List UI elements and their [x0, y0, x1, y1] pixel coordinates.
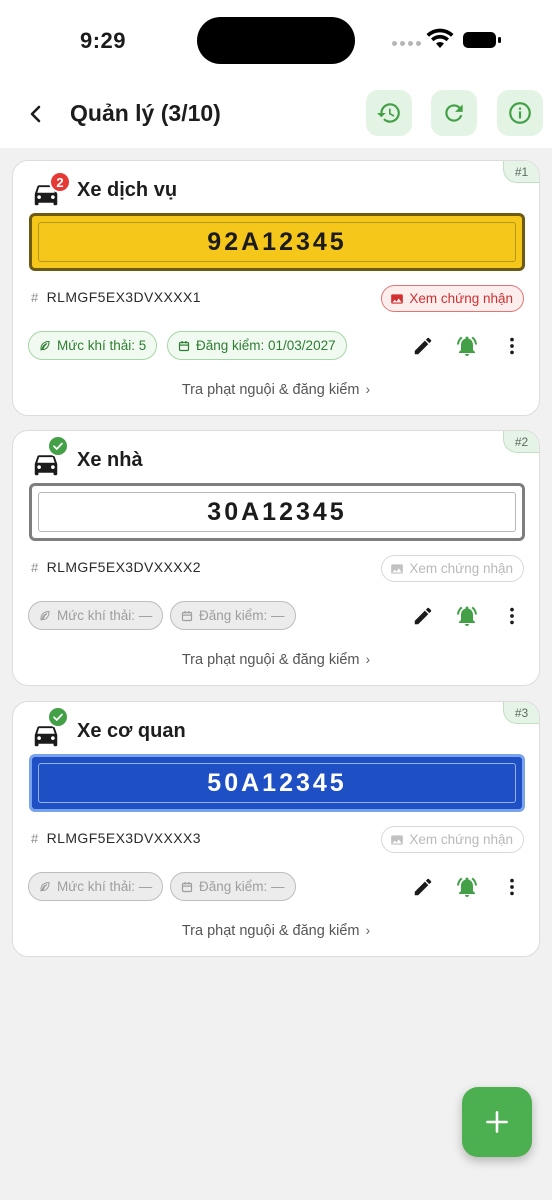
license-plate: 50A12345: [29, 754, 525, 812]
lookup-label: Tra phạt nguội & đăng kiểm: [181, 652, 360, 668]
vin-number: RLMGF5EX3DVXXXX3: [46, 830, 201, 846]
view-certificate-button[interactable]: Xem chứng nhận: [381, 555, 524, 582]
view-certificate-button[interactable]: Xem chứng nhận: [381, 285, 524, 312]
plate-number: 50A12345: [207, 768, 347, 797]
vehicle-index: #1: [503, 161, 539, 183]
plate-number: 30A12345: [207, 497, 347, 526]
inspection-label: Đăng kiểm: 01/03/2027: [196, 338, 336, 353]
hash-icon: #: [31, 559, 39, 575]
notification-count-badge: 2: [49, 171, 71, 193]
emission-label: Mức khí thải: —: [57, 608, 153, 623]
more-vert-icon: [510, 607, 514, 625]
emission-label: Mức khí thải: 5: [57, 338, 147, 353]
add-vehicle-button[interactable]: [462, 1087, 532, 1157]
view-certificate-button[interactable]: Xem chứng nhận: [381, 826, 524, 853]
more-vert-icon: [510, 337, 514, 355]
notification-button[interactable]: [452, 872, 482, 902]
battery-icon: [463, 32, 501, 48]
leaf-icon: [40, 610, 50, 621]
bell-ringing-icon: [457, 877, 477, 897]
vehicle-card[interactable]: #2 Xe nhà 30A12345 # RLMGF5EX3DVXXXX2 Xe…: [12, 430, 540, 686]
more-options-button[interactable]: [497, 601, 527, 631]
pencil-icon: [414, 607, 432, 625]
inspection-label: Đăng kiểm: —: [199, 879, 285, 894]
emission-chip[interactable]: Mức khí thải: —: [28, 872, 164, 901]
vehicle-card[interactable]: #1 2 Xe dịch vụ 92A12345 # RLMGF5EX3DVXX…: [12, 160, 540, 416]
certificate-label: Xem chứng nhận: [409, 291, 513, 306]
vehicle-name: Xe nhà: [77, 449, 143, 471]
notification-button[interactable]: [452, 331, 482, 361]
emission-chip[interactable]: Mức khí thải: —: [28, 601, 164, 630]
more-options-button[interactable]: [497, 872, 527, 902]
calendar-icon: [181, 610, 193, 621]
wifi-icon: [426, 28, 454, 48]
vin-number: RLMGF5EX3DVXXXX1: [46, 289, 201, 305]
history-icon: [377, 103, 400, 123]
edit-button[interactable]: [408, 872, 438, 902]
calendar-icon: [181, 881, 193, 892]
certificate-label: Xem chứng nhận: [409, 832, 513, 847]
info-button[interactable]: [497, 90, 543, 136]
edit-button[interactable]: [408, 601, 438, 631]
vehicle-index: #2: [503, 431, 539, 453]
check-badge-icon: [47, 435, 69, 457]
chevron-right-icon: ›: [365, 651, 371, 667]
vehicle-card[interactable]: #3 Xe cơ quan 50A12345 # RLMGF5EX3DVXXXX…: [12, 701, 540, 957]
info-icon: [509, 102, 531, 124]
back-button[interactable]: [18, 96, 54, 132]
plate-number: 92A12345: [207, 227, 347, 256]
inspection-chip[interactable]: Đăng kiểm: —: [170, 601, 296, 630]
lookup-label: Tra phạt nguội & đăng kiểm: [181, 923, 360, 939]
pencil-icon: [414, 878, 432, 896]
signal-icon: [392, 41, 422, 47]
license-plate: 92A12345: [29, 213, 525, 271]
leaf-icon: [40, 340, 50, 351]
app-header: Quản lý (3/10): [0, 80, 552, 148]
vehicle-index: #3: [503, 702, 539, 724]
vehicle-name: Xe cơ quan: [77, 720, 186, 742]
refresh-icon: [445, 104, 463, 122]
inspection-label: Đăng kiểm: —: [199, 608, 285, 623]
chevron-right-icon: ›: [365, 922, 371, 938]
check-badge-icon: [47, 706, 69, 728]
lookup-fines-link[interactable]: Tra phạt nguội & đăng kiểm ›: [13, 922, 539, 939]
plus-icon: [486, 1111, 508, 1133]
vin-row: # RLMGF5EX3DVXXXX1: [31, 289, 201, 305]
bell-ringing-icon: [457, 606, 477, 626]
hash-icon: #: [31, 289, 39, 305]
vin-number: RLMGF5EX3DVXXXX2: [46, 559, 201, 575]
edit-button[interactable]: [408, 331, 438, 361]
refresh-button[interactable]: [431, 90, 477, 136]
calendar-icon: [178, 340, 190, 351]
back-icon: [30, 105, 41, 123]
emission-label: Mức khí thải: —: [57, 879, 153, 894]
inspection-chip[interactable]: Đăng kiểm: —: [170, 872, 296, 901]
dynamic-island: [197, 17, 355, 64]
more-vert-icon: [510, 878, 514, 896]
vin-row: # RLMGF5EX3DVXXXX2: [31, 559, 201, 575]
vin-row: # RLMGF5EX3DVXXXX3: [31, 830, 201, 846]
bell-ringing-icon: [457, 336, 477, 356]
more-options-button[interactable]: [497, 331, 527, 361]
notification-button[interactable]: [452, 601, 482, 631]
vehicle-name: Xe dịch vụ: [77, 179, 178, 201]
history-button[interactable]: [366, 90, 412, 136]
license-plate: 30A12345: [29, 483, 525, 541]
pencil-icon: [414, 337, 432, 355]
lookup-fines-link[interactable]: Tra phạt nguội & đăng kiểm ›: [13, 381, 539, 398]
certificate-icon: [391, 563, 404, 574]
status-time: 9:29: [80, 28, 127, 53]
chevron-right-icon: ›: [365, 381, 371, 397]
lookup-label: Tra phạt nguội & đăng kiểm: [181, 382, 360, 398]
hash-icon: #: [31, 830, 39, 846]
certificate-icon: [391, 293, 404, 304]
certificate-icon: [391, 834, 404, 845]
page-title: Quản lý (3/10): [70, 100, 221, 126]
emission-chip[interactable]: Mức khí thải: 5: [28, 331, 158, 360]
leaf-icon: [40, 881, 50, 892]
status-bar: 9:29: [0, 0, 552, 80]
certificate-label: Xem chứng nhận: [409, 561, 513, 576]
lookup-fines-link[interactable]: Tra phạt nguội & đăng kiểm ›: [13, 651, 539, 668]
inspection-chip[interactable]: Đăng kiểm: 01/03/2027: [167, 331, 347, 360]
